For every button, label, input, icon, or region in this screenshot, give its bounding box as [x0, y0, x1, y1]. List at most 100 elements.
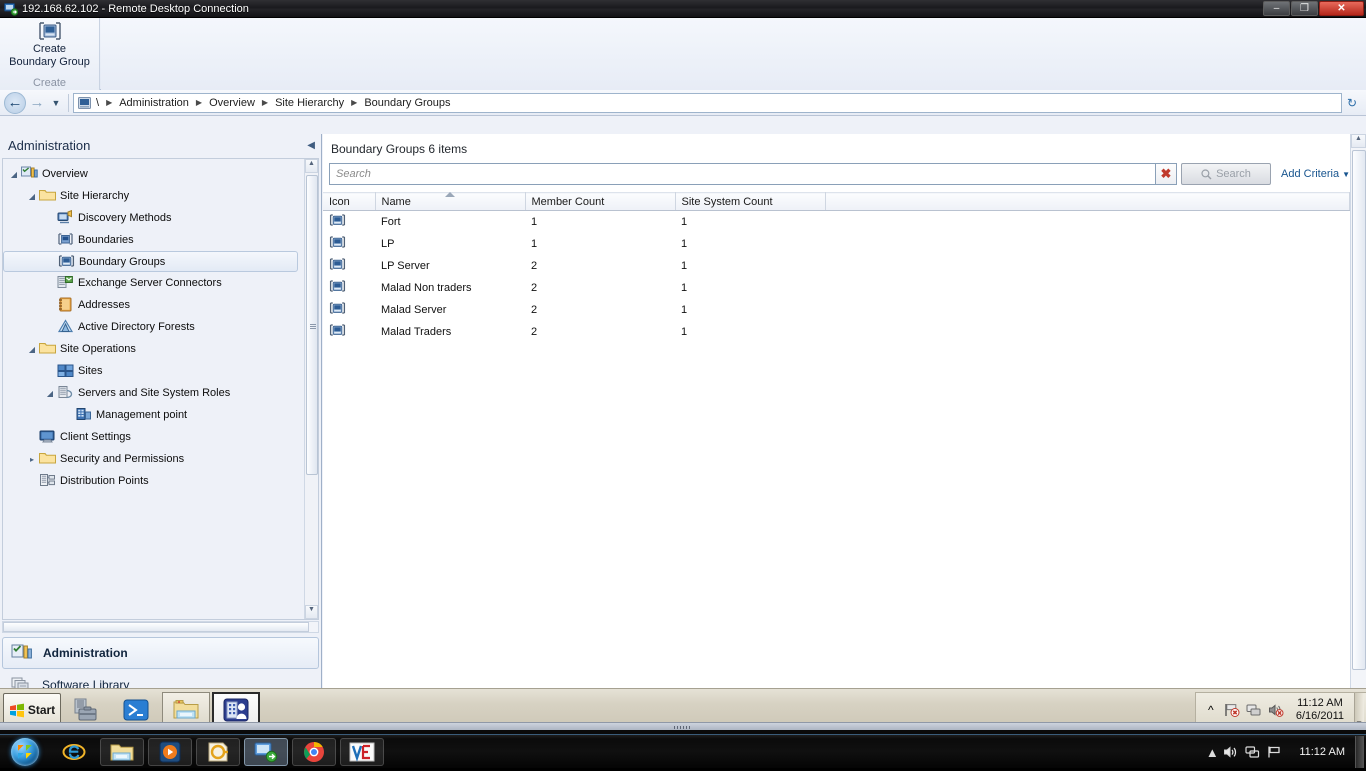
network-icon[interactable] — [1245, 745, 1267, 759]
chevron-down-icon[interactable]: ◢ — [7, 170, 21, 179]
host-taskbar-button-media-player[interactable] — [148, 738, 192, 766]
show-hidden-icons-icon[interactable]: ▲ — [1201, 745, 1223, 760]
boundary-group-icon — [58, 254, 76, 270]
tree-item-label: Boundaries — [78, 234, 134, 246]
tree-item-overview[interactable]: ◢Overview — [3, 163, 304, 185]
table-row[interactable]: Fort11 — [323, 211, 1350, 233]
close-button[interactable]: ✕ — [1319, 1, 1364, 16]
cell-filler — [825, 211, 1350, 233]
scrollbar-thumb[interactable] — [306, 175, 318, 475]
restore-button[interactable]: ❐ — [1291, 1, 1318, 16]
back-button[interactable]: ← — [4, 92, 26, 114]
breadcrumb-item-administration[interactable]: Administration — [114, 97, 194, 109]
chevron-down-icon[interactable]: ◢ — [25, 345, 39, 354]
table-row[interactable]: Malad Non traders21 — [323, 277, 1350, 299]
scroll-down-arrow-icon[interactable]: ▼ — [305, 605, 318, 619]
host-taskbar-button-chrome[interactable] — [292, 738, 336, 766]
volume-muted-icon[interactable] — [1268, 703, 1286, 717]
host-taskbar-button-camtasia-v2[interactable] — [340, 738, 384, 766]
cell-name: LP Server — [375, 255, 525, 277]
forward-button[interactable]: → — [26, 92, 48, 114]
cell-site-system-count: 1 — [675, 211, 825, 233]
chevron-down-icon[interactable]: ◢ — [25, 192, 39, 201]
column-header-site-system-count[interactable]: Site System Count — [675, 193, 825, 211]
tree-item-management-point[interactable]: Management point — [3, 404, 304, 426]
host-clock[interactable]: 11:12 AM — [1289, 746, 1355, 758]
tree-item-boundaries[interactable]: Boundaries — [3, 229, 304, 251]
rdp-title-bar[interactable]: 192.168.62.102 - Remote Desktop Connecti… — [0, 0, 1366, 18]
breadcrumb-root[interactable]: \ — [91, 97, 104, 109]
cell-name: Malad Traders — [375, 321, 525, 343]
remote-clock[interactable]: 11:12 AM 6/16/2011 — [1290, 697, 1350, 723]
cell-member-count: 2 — [525, 255, 675, 277]
tree-item-sites[interactable]: Sites — [3, 360, 304, 382]
show-hidden-icons-icon[interactable]: ^ — [1202, 703, 1220, 717]
tree-item-boundary-groups[interactable]: Boundary Groups — [3, 251, 298, 272]
tree-item-site-operations[interactable]: ◢Site Operations — [3, 338, 304, 360]
tree-item-active-directory-forests[interactable]: Active Directory Forests — [3, 316, 304, 338]
table-row[interactable]: LP Server21 — [323, 255, 1350, 277]
console-root-icon[interactable] — [78, 97, 91, 109]
breadcrumb-item-overview[interactable]: Overview — [204, 97, 260, 109]
host-start-button[interactable] — [0, 736, 50, 768]
refresh-icon[interactable]: ↻ — [1342, 96, 1362, 110]
clear-x-icon[interactable]: ✖ — [1155, 163, 1177, 185]
column-header-icon[interactable]: Icon — [323, 193, 375, 211]
tree-item-addresses[interactable]: Addresses — [3, 294, 304, 316]
table-row[interactable]: LP11 — [323, 233, 1350, 255]
table-row[interactable]: Malad Traders21 — [323, 321, 1350, 343]
scroll-up-arrow-icon[interactable]: ▲ — [1351, 134, 1366, 148]
search-button[interactable]: Search — [1181, 163, 1271, 185]
server-roles-icon — [57, 385, 75, 401]
host-taskbar-button-remote-desktop[interactable] — [244, 738, 288, 766]
volume-icon[interactable] — [1223, 745, 1245, 759]
network-flag-alert-icon[interactable] — [1224, 703, 1242, 717]
scrollbar-thumb[interactable] — [1352, 150, 1366, 670]
chevron-down-icon[interactable]: ◢ — [43, 389, 57, 398]
scroll-up-arrow-icon[interactable]: ▲ — [305, 159, 318, 173]
boundary-group-icon — [329, 329, 346, 341]
host-taskbar-button-windows-explorer[interactable] — [100, 738, 144, 766]
cell-site-system-count: 1 — [675, 321, 825, 343]
create-boundary-group-button[interactable]: Create Boundary Group — [0, 43, 99, 69]
column-header-name[interactable]: Name — [375, 193, 525, 211]
tree-item-security-and-permissions[interactable]: ▸Security and Permissions — [3, 448, 304, 470]
distribution-points-icon — [39, 473, 57, 489]
boundary-icon — [57, 232, 75, 248]
add-criteria-button[interactable]: Add Criteria▼ — [1281, 168, 1350, 180]
minimize-button[interactable]: – — [1263, 1, 1290, 16]
chevron-left-icon[interactable]: ◀ — [307, 140, 315, 151]
host-taskbar-button-outlook[interactable] — [196, 738, 240, 766]
search-input[interactable]: Search — [329, 163, 1155, 185]
breadcrumb[interactable]: \ ▶ Administration ▶ Overview ▶ Site Hie… — [73, 93, 1342, 113]
tree-item-distribution-points[interactable]: Distribution Points — [3, 470, 304, 492]
sidebar-item-administration[interactable]: Administration — [2, 637, 319, 669]
tree-item-site-hierarchy[interactable]: ◢Site Hierarchy — [3, 185, 304, 207]
tree-vertical-scrollbar[interactable]: ▲ ▼ — [304, 159, 318, 619]
tree-item-exchange-server-connectors[interactable]: Exchange Server Connectors — [3, 272, 304, 294]
breadcrumb-item-boundary-groups[interactable]: Boundary Groups — [359, 97, 455, 109]
breadcrumb-item-site-hierarchy[interactable]: Site Hierarchy — [270, 97, 349, 109]
action-center-flag-icon[interactable] — [1267, 745, 1289, 759]
add-criteria-label: Add Criteria — [1281, 168, 1339, 180]
tree-item-discovery-methods[interactable]: Discovery Methods — [3, 207, 304, 229]
history-dropdown-button[interactable]: ▼ — [48, 92, 64, 114]
tree-item-client-settings[interactable]: Client Settings — [3, 426, 304, 448]
remote-desktop-window: 192.168.62.102 - Remote Desktop Connecti… — [0, 0, 1366, 730]
column-header-member-count[interactable]: Member Count — [525, 193, 675, 211]
remote-session-surface: Create Boundary Group Create ← → ▼ — [0, 18, 1366, 730]
tree-horizontal-scrollbar[interactable] — [2, 621, 319, 633]
network-connection-icon[interactable] — [1246, 703, 1264, 717]
rdp-resize-grip[interactable] — [0, 722, 1366, 730]
show-desktop-button[interactable] — [1355, 736, 1364, 768]
host-taskbar-button-internet-explorer[interactable] — [52, 738, 96, 766]
chevron-right-icon: ▶ — [260, 98, 270, 107]
results-vertical-scrollbar[interactable]: ▲ ▼ — [1350, 134, 1366, 711]
scrollbar-thumb[interactable] — [3, 622, 309, 632]
table-row[interactable]: Malad Server21 — [323, 299, 1350, 321]
navigation-tree[interactable]: ◢Overview◢Site HierarchyDiscovery Method… — [2, 158, 319, 620]
chevron-right-icon[interactable]: ▸ — [25, 455, 39, 464]
search-bar: Search ✖ Search Add Criteria▼ — [323, 162, 1350, 186]
tree-item-servers-and-site-system-roles[interactable]: ◢Servers and Site System Roles — [3, 382, 304, 404]
column-header-filler — [825, 193, 1350, 211]
